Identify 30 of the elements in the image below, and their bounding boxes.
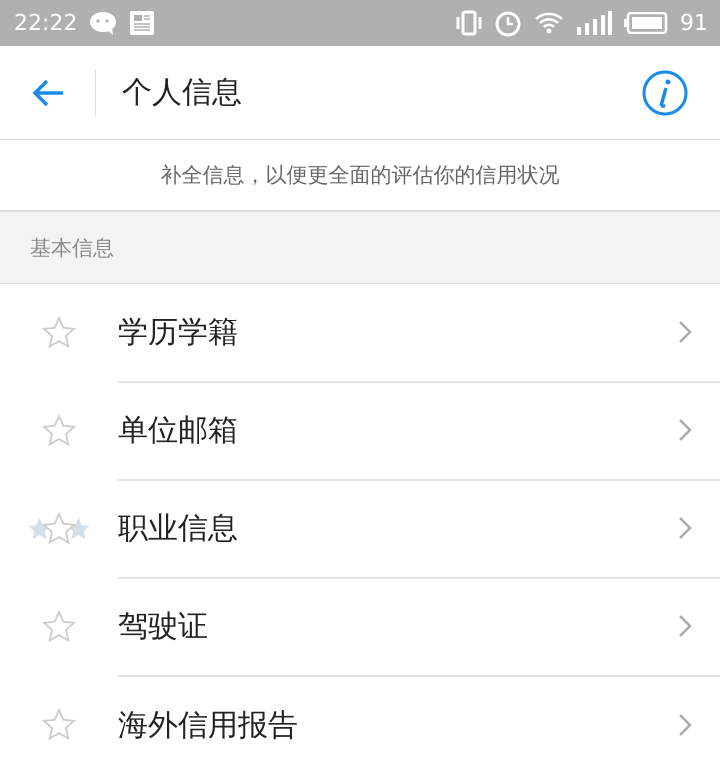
alarm-icon — [494, 9, 522, 37]
star-icon — [41, 413, 77, 449]
star-icon — [41, 315, 77, 351]
chevron-icon — [678, 614, 692, 638]
status-time: 22:22 — [14, 10, 78, 36]
info-icon — [642, 70, 688, 116]
section-title: 基本信息 — [30, 234, 114, 262]
chevron-icon — [678, 713, 692, 737]
list-item[interactable]: 职业信息 — [118, 508, 678, 548]
list-item[interactable]: 驾驶证 — [118, 606, 678, 646]
list-item[interactable]: 学历学籍 — [118, 312, 678, 352]
star-icon — [41, 609, 77, 645]
battery-level: 91 — [680, 10, 708, 36]
list-item[interactable]: 单位邮箱 — [118, 410, 678, 450]
back-arrow-icon — [30, 78, 64, 108]
star-icon — [41, 707, 77, 743]
page-title: 个人信息 — [122, 74, 243, 112]
signal-icon — [576, 11, 612, 35]
battery-icon — [624, 12, 668, 34]
list-item[interactable]: 海外信用报告 — [118, 704, 678, 746]
wifi-icon — [534, 11, 564, 35]
info-button[interactable] — [642, 70, 688, 116]
chevron-icon — [678, 516, 692, 540]
stars-icon — [29, 511, 89, 547]
vibrate-icon — [456, 10, 482, 36]
news-icon — [129, 10, 156, 36]
notice-text: 补全信息，以便更全面的评估你的信用状况 — [160, 162, 560, 189]
chevron-icon — [678, 320, 692, 344]
chat-icon — [89, 10, 118, 36]
chevron-icon — [678, 418, 692, 442]
